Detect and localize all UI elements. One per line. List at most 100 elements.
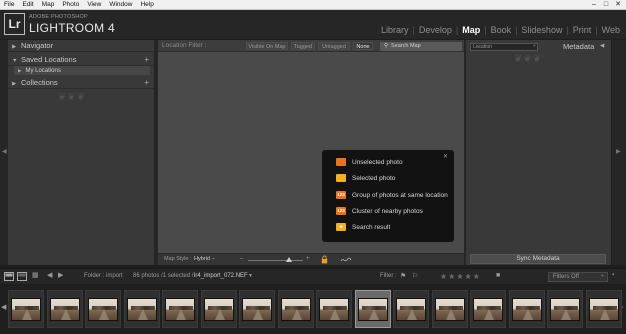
left-panel-toggle[interactable]: ◀	[0, 40, 8, 265]
filter-untagged[interactable]: Untagged	[318, 42, 350, 50]
collapse-right-icon: ▶	[616, 149, 621, 155]
flag-filter-icon[interactable]: ⚐	[412, 272, 418, 280]
right-panel-toggle[interactable]: ▶	[612, 40, 626, 265]
menu-item-photo[interactable]: Photo	[58, 0, 83, 10]
filmstrip-thumbnail[interactable]	[316, 290, 352, 328]
main-window-icon[interactable]	[4, 272, 14, 281]
metadata-header[interactable]: Metadata	[563, 42, 594, 51]
collections-header[interactable]: ▶ Collections +	[8, 77, 154, 89]
dropdown-arrow-icon: ÷	[533, 43, 536, 49]
product-name: LIGHTROOM 4	[29, 21, 115, 35]
collapse-arrow-icon[interactable]: ◀	[600, 43, 604, 49]
forward-arrow-icon[interactable]: ▶	[58, 271, 63, 279]
grid-view-icon[interactable]: ▦	[32, 271, 39, 279]
module-map[interactable]: Map	[458, 25, 484, 35]
collapse-left-icon: ◀	[2, 149, 7, 155]
filmstrip-thumbnail[interactable]	[46, 290, 83, 328]
search-map-field[interactable]: ⚲ Search Map	[380, 42, 462, 51]
close-button[interactable]: ✕	[612, 0, 624, 10]
map-marker-icon: ★	[336, 223, 346, 231]
filmstrip-thumbnail[interactable]	[585, 290, 622, 328]
filter-lock-icon[interactable]: ▪	[612, 272, 614, 278]
maximize-button[interactable]: □	[600, 0, 612, 10]
filmstrip-thumbnail[interactable]	[239, 290, 275, 328]
module-slideshow[interactable]: Slideshow	[517, 25, 566, 35]
photo-image	[434, 298, 465, 321]
filmstrip-thumbnail[interactable]	[393, 290, 429, 328]
saved-locations-header[interactable]: ▼ Saved Locations +	[8, 54, 154, 66]
rating-filter-stars[interactable]: ★★★★★	[440, 272, 481, 281]
folder-source[interactable]: Folder : import	[84, 273, 123, 279]
selected-filename[interactable]: lr4_import_072.NEF	[194, 273, 248, 279]
module-library[interactable]: Library	[377, 25, 413, 35]
zoom-slider[interactable]	[248, 260, 303, 261]
zoom-out-icon[interactable]: –	[240, 256, 243, 262]
search-map-placeholder: Search Map	[391, 43, 421, 49]
legend-item: Unselected photo	[336, 157, 403, 167]
filmstrip-thumbnail[interactable]	[431, 290, 468, 328]
legend-item: 123 Cluster of nearby photos	[336, 206, 423, 216]
photo-image	[473, 298, 503, 321]
menu-item-help[interactable]: Help	[136, 0, 157, 10]
legend-label: Search result	[352, 223, 391, 231]
menu-bar: File Edit Map Photo View Window Help	[0, 0, 626, 10]
location-filter-label: Location Filter :	[162, 42, 207, 49]
filmstrip-thumbnail[interactable]	[162, 290, 198, 328]
navigator-header[interactable]: ▶ Navigator	[8, 40, 154, 52]
filters-off-select[interactable]: Filters Off	[548, 272, 608, 282]
minimize-button[interactable]: –	[588, 0, 600, 10]
filmstrip-thumbnail[interactable]	[354, 290, 391, 328]
map-key-legend: ✕ Unselected photo Selected photo 123 Group…	[322, 150, 454, 242]
module-book[interactable]: Book	[487, 25, 516, 35]
second-window-icon[interactable]	[17, 272, 27, 281]
color-filter-icon[interactable]: ■	[496, 272, 500, 279]
add-location-icon[interactable]: +	[144, 54, 149, 66]
zoom-in-icon[interactable]: +	[306, 256, 310, 262]
map-marker-icon: 123	[336, 207, 346, 215]
menu-item-window[interactable]: Window	[105, 0, 136, 10]
module-develop[interactable]: Develop	[415, 25, 456, 35]
filmstrip-thumbnail[interactable]	[85, 290, 121, 328]
filmstrip-header: ▦ ◀ ▶ Folder : import 86 photos /1 selec…	[0, 268, 626, 284]
map-marker-icon	[336, 174, 346, 182]
filmstrip-thumbnail[interactable]	[123, 290, 160, 328]
search-icon: ⚲	[384, 43, 389, 49]
menu-item-file[interactable]: File	[0, 0, 18, 10]
zoom-slider-knob[interactable]	[286, 257, 292, 262]
photo-image	[203, 298, 234, 321]
filter-none[interactable]: None	[353, 42, 373, 50]
flag-filter-icon[interactable]: ⚑	[400, 272, 406, 280]
back-arrow-icon[interactable]: ◀	[47, 271, 52, 279]
filmstrip-thumbnail[interactable]	[200, 290, 237, 328]
vendor-name: ADOBE PHOTOSHOP	[29, 14, 88, 20]
module-print[interactable]: Print	[569, 25, 596, 35]
close-icon[interactable]: ✕	[443, 153, 448, 160]
map-style-label: Map Style :	[164, 256, 192, 262]
filmstrip-thumbnail[interactable]	[8, 290, 44, 328]
filter-tagged[interactable]: Tagged	[291, 42, 315, 50]
filmstrip-thumbnail[interactable]	[277, 290, 314, 328]
filmstrip-thumbnail[interactable]	[508, 290, 545, 328]
map-style-select[interactable]: Hybrid	[194, 256, 210, 262]
filter-visible-on-map[interactable]: Visible On Map	[246, 42, 288, 50]
add-collection-icon[interactable]: +	[144, 77, 149, 89]
lock-markers-icon[interactable]	[321, 255, 328, 264]
my-locations-folder[interactable]: ▶ My Locations	[14, 66, 150, 75]
menu-item-view[interactable]: View	[83, 0, 105, 10]
collections-label: Collections	[21, 78, 58, 87]
dropdown-arrow-icon: ▼	[248, 273, 253, 279]
menu-item-map[interactable]: Map	[38, 0, 59, 10]
scroll-left-icon[interactable]: ◀	[1, 303, 6, 311]
right-panel: ❦❦❦	[466, 40, 611, 265]
my-locations-label: My Locations	[25, 68, 61, 74]
filmstrip-thumbnail[interactable]	[470, 290, 506, 328]
panel-end-ornament-icon: ❦❦❦	[514, 54, 543, 65]
photo-image	[396, 298, 426, 321]
tracklog-icon[interactable]	[340, 256, 352, 264]
sync-metadata-button[interactable]: Sync Metadata	[470, 254, 606, 264]
menu-item-edit[interactable]: Edit	[18, 0, 37, 10]
module-web[interactable]: Web	[598, 25, 624, 35]
lightroom-logo: Lr	[4, 13, 25, 35]
filmstrip-thumbnail[interactable]	[547, 290, 583, 328]
metadata-preset-select[interactable]: Location	[470, 43, 538, 51]
